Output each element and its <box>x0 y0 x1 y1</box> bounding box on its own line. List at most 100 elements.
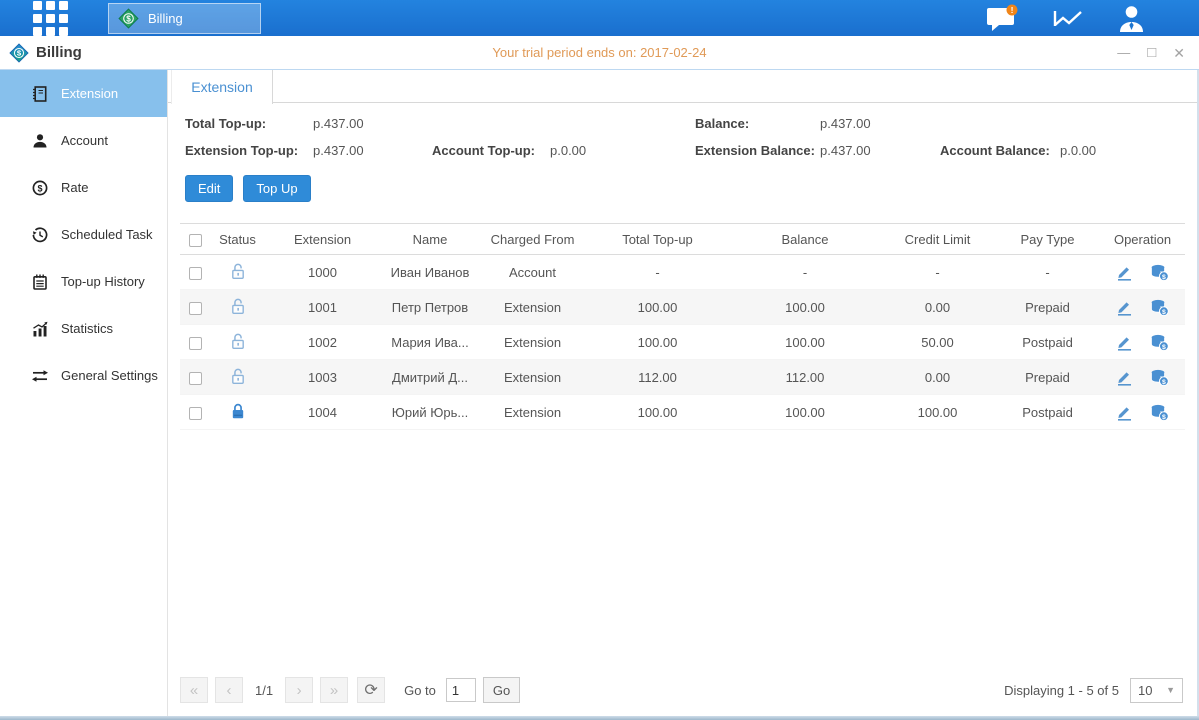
edit-pencil-icon[interactable] <box>1116 334 1133 351</box>
table-header-row: Status Extension Name Charged From Total… <box>180 224 1185 255</box>
statistics-chart-icon[interactable] <box>1051 5 1084 32</box>
balance-value: p.437.00 <box>820 116 940 131</box>
prev-page-button[interactable]: ‹ <box>215 677 243 703</box>
credit-limit-cell: 0.00 <box>880 290 995 325</box>
name-cell: Иван Иванов <box>380 255 480 290</box>
extensions-table: Status Extension Name Charged From Total… <box>180 223 1185 430</box>
total-topup-label: Total Top-up: <box>185 116 313 131</box>
page-size-select[interactable]: 10 ▼ <box>1130 678 1183 703</box>
extension-cell: 1002 <box>265 325 380 360</box>
account-person-icon <box>32 133 48 149</box>
tab-extension[interactable]: Extension <box>171 70 273 104</box>
sidebar-item-account[interactable]: Account <box>0 117 167 164</box>
table-row[interactable]: 1002Мария Ива...Extension100.00100.0050.… <box>180 325 1185 360</box>
total-topup-value: p.437.00 <box>313 116 432 131</box>
svg-text:$: $ <box>1162 308 1166 315</box>
status-cell <box>210 325 265 360</box>
name-cell: Петр Петров <box>380 290 480 325</box>
svg-text:$: $ <box>1162 413 1166 420</box>
account-topup-label: Account Top-up: <box>432 143 550 158</box>
topup-coins-icon[interactable]: $ <box>1150 264 1169 281</box>
next-page-button[interactable]: › <box>285 677 313 703</box>
top-up-button[interactable]: Top Up <box>243 175 310 202</box>
sidebar-item-topup-history[interactable]: Top-up History <box>0 258 167 305</box>
operation-cell: $ <box>1100 369 1185 386</box>
taskbar-tab-label: Billing <box>148 11 183 26</box>
displaying-text: Displaying 1 - 5 of 5 <box>1004 683 1119 698</box>
goto-label: Go to <box>404 683 436 698</box>
table-row[interactable]: 1003Дмитрий Д...Extension112.00112.000.0… <box>180 360 1185 395</box>
edit-pencil-icon[interactable] <box>1116 299 1133 316</box>
topup-coins-icon[interactable]: $ <box>1150 404 1169 421</box>
lock-open-icon <box>230 262 246 280</box>
sidebar-label: Top-up History <box>61 274 145 289</box>
first-page-button[interactable]: « <box>180 677 208 703</box>
lock-open-icon <box>230 367 246 385</box>
sidebar-label: General Settings <box>61 368 158 383</box>
row-checkbox[interactable] <box>189 302 202 315</box>
topup-coins-icon[interactable]: $ <box>1150 334 1169 351</box>
notifications-chat-icon[interactable]: ! <box>985 4 1019 33</box>
balance-cell: 100.00 <box>730 395 880 430</box>
sidebar-item-extension[interactable]: Extension <box>0 70 167 117</box>
sidebar-item-statistics[interactable]: Statistics <box>0 305 167 352</box>
sidebar: Extension Account $ Rate Scheduled Task <box>0 70 168 716</box>
extension-topup-label: Extension Top-up: <box>185 143 313 158</box>
go-button[interactable]: Go <box>483 677 520 703</box>
svg-text:$: $ <box>1162 378 1166 385</box>
topup-coins-icon[interactable]: $ <box>1150 299 1169 316</box>
select-all-checkbox[interactable] <box>189 234 202 247</box>
last-page-button[interactable]: » <box>320 677 348 703</box>
minimize-icon[interactable]: — <box>1117 46 1130 59</box>
scheduled-task-clock-icon <box>32 227 48 243</box>
apps-grid-icon[interactable] <box>33 1 68 36</box>
trial-notice: Your trial period ends on: 2017-02-24 <box>0 45 1199 60</box>
topup-history-notebook-icon <box>32 274 48 290</box>
row-checkbox[interactable] <box>189 407 202 420</box>
table-row[interactable]: 1001Петр ПетровExtension100.00100.000.00… <box>180 290 1185 325</box>
total-topup-cell: - <box>585 255 730 290</box>
lock-open-icon <box>230 297 246 315</box>
operation-cell: $ <box>1100 264 1185 281</box>
sidebar-item-rate[interactable]: $ Rate <box>0 164 167 211</box>
sidebar-item-scheduled-task[interactable]: Scheduled Task <box>0 211 167 258</box>
operation-cell: $ <box>1100 404 1185 421</box>
goto-page-input[interactable] <box>446 678 476 702</box>
table-row[interactable]: 1000Иван ИвановAccount----$ <box>180 255 1185 290</box>
row-checkbox[interactable] <box>189 267 202 280</box>
close-icon[interactable]: ✕ <box>1173 46 1185 60</box>
edit-pencil-icon[interactable] <box>1116 264 1133 281</box>
credit-limit-cell: 0.00 <box>880 360 995 395</box>
sidebar-label: Rate <box>61 180 88 195</box>
account-topup-value: p.0.00 <box>550 143 695 158</box>
sidebar-label: Account <box>61 133 108 148</box>
billing-diamond-icon: $ <box>118 8 139 29</box>
maximize-icon[interactable]: □ <box>1147 45 1156 60</box>
table-row[interactable]: 1004Юрий Юрь...Extension100.00100.00100.… <box>180 395 1185 430</box>
general-settings-arrows-icon <box>32 368 48 384</box>
user-account-icon[interactable] <box>1116 4 1147 32</box>
row-checkbox[interactable] <box>189 372 202 385</box>
refresh-button[interactable]: ⟳ <box>357 677 385 703</box>
sidebar-label: Statistics <box>61 321 113 336</box>
pay-type-cell: Postpaid <box>995 395 1100 430</box>
svg-text:$: $ <box>1162 273 1166 280</box>
col-total-topup: Total Top-up <box>585 224 730 255</box>
page-indicator: 1/1 <box>255 683 273 698</box>
total-topup-cell: 112.00 <box>585 360 730 395</box>
pay-type-cell: Postpaid <box>995 325 1100 360</box>
edit-button[interactable]: Edit <box>185 175 233 202</box>
charged-from-cell: Extension <box>480 360 585 395</box>
edit-pencil-icon[interactable] <box>1116 404 1133 421</box>
sidebar-item-general-settings[interactable]: General Settings <box>0 352 167 399</box>
row-checkbox[interactable] <box>189 337 202 350</box>
extension-cell: 1001 <box>265 290 380 325</box>
status-cell <box>210 395 265 430</box>
taskbar: $ Billing ! <box>0 0 1199 36</box>
taskbar-tab-billing[interactable]: $ Billing <box>108 3 261 34</box>
edit-pencil-icon[interactable] <box>1116 369 1133 386</box>
topup-coins-icon[interactable]: $ <box>1150 369 1169 386</box>
svg-text:$: $ <box>1162 343 1166 350</box>
charged-from-cell: Account <box>480 255 585 290</box>
svg-text:$: $ <box>17 48 22 57</box>
